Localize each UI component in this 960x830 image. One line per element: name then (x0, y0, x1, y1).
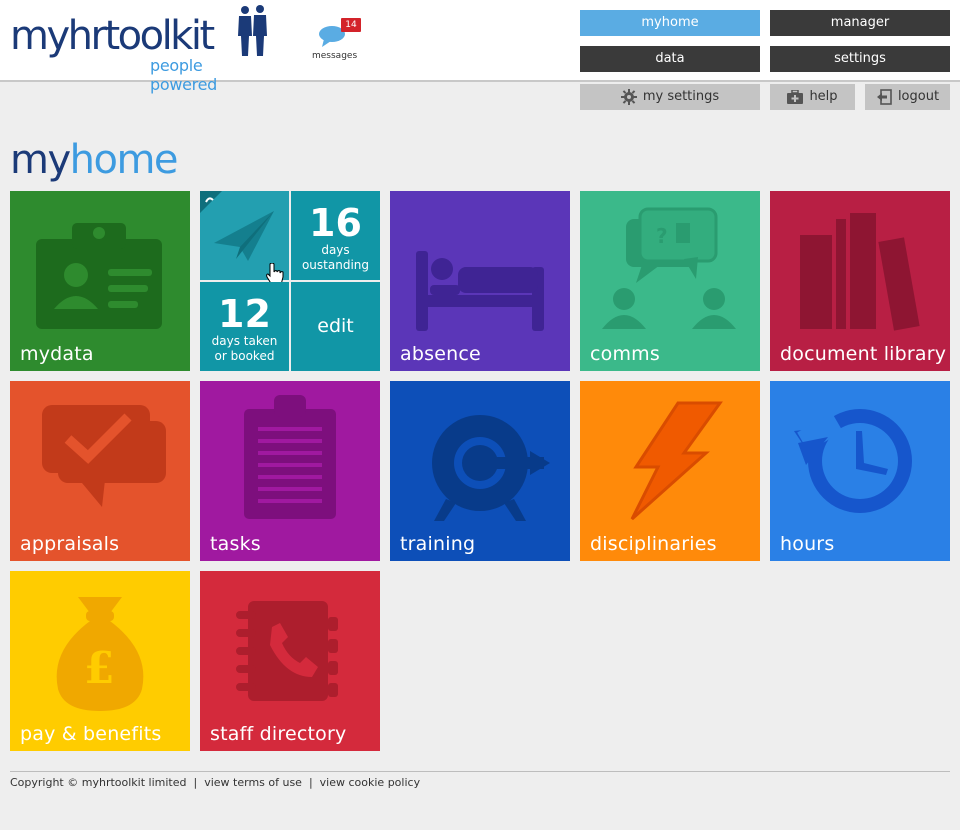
page-title-my: my (10, 137, 71, 183)
nav-manager-button[interactable]: manager (770, 10, 950, 36)
page-title: myhome (10, 136, 179, 184)
days-taken-value: 12 (218, 292, 271, 336)
gear-icon (620, 89, 637, 105)
logo-wordmark: myhrtoolkit (10, 13, 215, 59)
help-button[interactable]: help (770, 84, 855, 110)
tile-mydata-label: mydata (20, 343, 94, 365)
logo-my: my (10, 13, 70, 59)
holiday-request-quad[interactable] (200, 191, 289, 286)
tile-disciplinaries-label: disciplinaries (590, 533, 717, 555)
tile-staff-directory-label: staff directory (210, 723, 347, 745)
first-aid-kit-icon (787, 90, 804, 104)
tile-appraisals[interactable]: appraisals (10, 381, 190, 561)
days-outstanding-value: 16 (309, 201, 362, 245)
tile-hours-label: hours (780, 533, 835, 555)
days-taken-quad[interactable]: 12 days taken or booked (200, 282, 289, 371)
footer-divider (10, 771, 950, 772)
tile-pay-benefits[interactable]: £ pay & benefits (10, 571, 190, 751)
days-taken-label-1: days taken (211, 334, 278, 348)
tile-training-label: training (400, 533, 476, 555)
tile-comms[interactable]: ? comms (580, 191, 760, 371)
logo-tagline: people powered (150, 56, 218, 94)
cookie-policy-link[interactable]: view cookie policy (320, 776, 420, 789)
logo-hr: hr (67, 13, 107, 59)
page-title-home: home (69, 137, 179, 183)
logo[interactable]: myhrtoolkit people powered (10, 4, 270, 94)
holiday-edit-quad[interactable]: edit (291, 282, 380, 371)
tile-tasks-label: tasks (210, 533, 261, 555)
footer-separator: | (308, 776, 313, 789)
tile-staff-directory[interactable]: staff directory (200, 571, 380, 751)
people-logo-icon (238, 5, 267, 56)
logout-icon (876, 89, 892, 105)
footer-separator: | (193, 776, 198, 789)
days-taken-label-2: or booked (214, 349, 275, 363)
tile-mydata[interactable]: mydata (10, 191, 190, 371)
tile-hours[interactable]: hours (770, 381, 950, 561)
my-settings-button[interactable]: my settings (580, 84, 760, 110)
header: myhrtoolkit people powered 14 messages m… (0, 0, 960, 94)
days-outstanding-label-1: days (321, 243, 350, 257)
tile-document-library-label: document library (780, 343, 947, 365)
tile-training[interactable]: training (390, 381, 570, 561)
footer: Copyright © myhrtoolkit limited | view t… (10, 776, 420, 789)
logo-toolkit: toolkit (104, 13, 215, 59)
holiday-edit-label: edit (317, 315, 354, 337)
terms-of-use-link[interactable]: view terms of use (204, 776, 302, 789)
tile-disciplinaries[interactable]: disciplinaries (580, 381, 760, 561)
tile-pay-benefits-label: pay & benefits (20, 723, 162, 745)
my-settings-label: my settings (642, 89, 720, 104)
tile-absence[interactable]: absence (390, 191, 570, 371)
messages-button[interactable]: 14 messages (312, 18, 361, 64)
copyright-text: Copyright © myhrtoolkit limited (10, 776, 187, 789)
nav-myhome-button[interactable]: myhome (580, 10, 760, 36)
days-outstanding-quad[interactable]: 16 days oustanding (291, 191, 380, 280)
tile-absence-label: absence (400, 343, 481, 365)
tile-document-library[interactable]: document library (770, 191, 950, 371)
tile-tasks[interactable]: tasks (200, 381, 380, 561)
logout-button[interactable]: logout (865, 84, 950, 110)
messages-count-badge: 14 (341, 18, 361, 32)
svg-text:£: £ (84, 643, 115, 694)
tile-comms-label: comms (590, 343, 660, 365)
svg-text:?: ? (656, 224, 668, 248)
logout-label: logout (897, 89, 940, 104)
tile-appraisals-label: appraisals (20, 533, 120, 555)
messages-label: messages (312, 51, 358, 61)
help-label: help (809, 89, 838, 104)
nav-data-button[interactable]: data (580, 46, 760, 72)
nav-settings-button[interactable]: settings (770, 46, 950, 72)
days-outstanding-label-2: oustanding (301, 258, 370, 272)
